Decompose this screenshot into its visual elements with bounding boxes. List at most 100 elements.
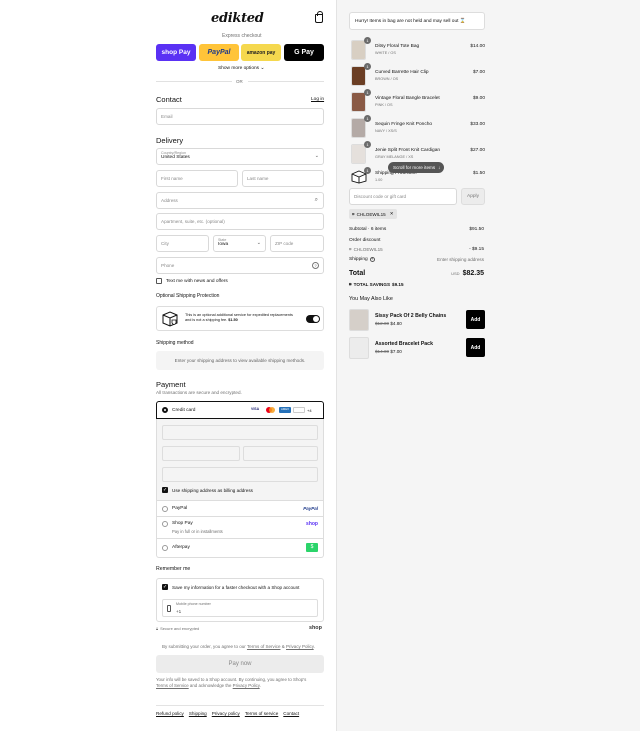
- subtotal-value: $91.50: [469, 227, 484, 232]
- save-info-option[interactable]: Save my information for a faster checkou…: [162, 584, 299, 590]
- credit-card-radio[interactable]: [162, 407, 168, 413]
- scroll-more-tooltip[interactable]: Scroll for more items ↓: [388, 162, 445, 173]
- close-icon[interactable]: ✕: [390, 211, 394, 217]
- paypal-option[interactable]: PayPal PayPal: [156, 500, 324, 517]
- save-info-checkbox[interactable]: [162, 584, 168, 590]
- add-button[interactable]: Add: [466, 310, 485, 329]
- amex-icon: AMEX: [279, 407, 291, 413]
- zip-field[interactable]: ZIP code: [270, 235, 324, 252]
- email-field[interactable]: Email: [156, 108, 324, 125]
- city-field[interactable]: City: [156, 235, 209, 252]
- name-on-card-field[interactable]: [162, 467, 318, 482]
- afterpay-option[interactable]: Afterpay $: [156, 539, 324, 558]
- shopping-bag-icon[interactable]: [315, 11, 323, 23]
- privacy-link[interactable]: Privacy Policy: [286, 644, 314, 649]
- refund-policy-link[interactable]: Refund policy: [156, 711, 184, 716]
- search-icon: ⌕: [314, 197, 318, 203]
- google-pay-button[interactable]: G Pay: [284, 44, 324, 61]
- expiration-field[interactable]: [162, 446, 240, 461]
- shop-info-mid: and acknowledge the: [188, 683, 233, 688]
- hurry-banner: Hurry! Items in bag are not held and may…: [349, 12, 485, 30]
- last-name-field[interactable]: Last name: [242, 170, 324, 187]
- divider: [248, 81, 324, 82]
- help-icon[interactable]: ?: [369, 257, 375, 262]
- product-thumbnail: [351, 144, 366, 164]
- text-me-option[interactable]: Text me with news and offers: [156, 278, 228, 284]
- login-link[interactable]: Log in: [311, 97, 324, 102]
- afterpay-radio[interactable]: [162, 545, 168, 551]
- text-me-label: Text me with news and offers: [166, 278, 228, 284]
- shop-privacy-link[interactable]: Privacy Policy: [233, 683, 260, 688]
- address-field[interactable]: Address ⌕: [156, 192, 324, 209]
- express-checkout-label: Express checkout: [222, 33, 262, 39]
- shop-info-end: .: [259, 683, 261, 688]
- shop-account-note: Your info will be saved to a Shop accoun…: [156, 677, 324, 689]
- recommendation-name[interactable]: Assorted Bracelet Pack: [375, 341, 433, 347]
- product-thumbnail: [351, 118, 366, 138]
- product-image: [352, 41, 365, 59]
- list-item: 1 Ditsy Floral Tote Bag WHITE / OS $14.0…: [349, 37, 485, 64]
- terms-link[interactable]: Terms of Service: [247, 644, 281, 649]
- checkout-form-panel: edikted Express checkout shop Pay PayPal…: [0, 0, 336, 731]
- shop-pay-option[interactable]: Shop Pay Pay in full or in installments …: [156, 517, 324, 539]
- card-number-field[interactable]: [162, 425, 318, 440]
- phone-field[interactable]: Phone ?: [156, 257, 324, 274]
- product-image: [352, 93, 365, 111]
- shop-terms-link[interactable]: Terms of Service: [156, 683, 189, 688]
- paypal-radio[interactable]: [162, 506, 168, 512]
- afterpay-label: Afterpay: [172, 545, 190, 550]
- phone-placeholder: Phone: [161, 263, 175, 268]
- protection-text: This is an optional additional service f…: [185, 313, 301, 323]
- paypal-button[interactable]: PayPal: [199, 44, 239, 61]
- apartment-field[interactable]: Apartment, suite, etc. (optional): [156, 213, 324, 230]
- recommendation-thumbnail[interactable]: [349, 337, 369, 359]
- paypal-label: PayPal: [172, 506, 188, 511]
- billing-same-checkbox[interactable]: [162, 487, 168, 493]
- recommendation-item: Assorted Bracelet Pack $14.00 $7.00 Add: [349, 336, 485, 360]
- product-thumbnail: [351, 40, 366, 60]
- contact-link[interactable]: Contact: [283, 711, 299, 716]
- terms-of-service-link[interactable]: Terms of service: [245, 711, 278, 716]
- discount-code-input[interactable]: Discount code or gift card: [349, 188, 457, 205]
- amazon-pay-button[interactable]: amazon pay: [241, 44, 281, 61]
- apply-button[interactable]: Apply: [461, 188, 485, 205]
- total-savings: ⌗ TOTAL SAVINGS $9.15: [349, 282, 404, 287]
- mobile-prefix: +1: [176, 609, 182, 614]
- amazon-pay-logo: amazon pay: [246, 49, 276, 56]
- add-button[interactable]: Add: [466, 338, 485, 357]
- privacy-policy-link[interactable]: Privacy policy: [212, 711, 240, 716]
- pay-now-button[interactable]: Pay now: [156, 655, 324, 673]
- delivery-heading: Delivery: [156, 136, 184, 145]
- recommendation-item: Sissy Pack Of 2 Belly Chains $12.00 $4.8…: [349, 308, 485, 332]
- recommendation-thumbnail[interactable]: [349, 309, 369, 331]
- agree-prefix: By submitting your order, you agree to o…: [162, 644, 247, 649]
- protection-text-line1: This is an optional additional service f…: [185, 313, 293, 317]
- text-me-checkbox[interactable]: [156, 278, 162, 284]
- help-icon[interactable]: ?: [312, 262, 319, 269]
- list-item: 1 Sequin Fringe Knit Poncho NAVY / XS/S …: [349, 115, 485, 142]
- shop-pay-button[interactable]: shop Pay: [156, 44, 196, 61]
- credit-card-label: Credit card: [172, 408, 196, 413]
- billing-same-option[interactable]: Use shipping address as billing address: [162, 487, 253, 493]
- brand-logo[interactable]: edikted: [211, 11, 264, 26]
- shipping-label: Shipping ?: [349, 257, 375, 262]
- mobile-phone-field[interactable]: Mobile phone number +1: [162, 599, 318, 617]
- product-price: $7.00: [472, 70, 485, 75]
- security-code-field[interactable]: [243, 446, 318, 461]
- recommendation-price: $12.00 $4.80: [375, 321, 402, 326]
- shipping-link[interactable]: Shipping: [189, 711, 207, 716]
- shipping-method-heading: Shipping method: [156, 340, 194, 346]
- country-select[interactable]: Country/Region United States ⌄: [156, 148, 324, 165]
- shop-pay-radio[interactable]: [162, 521, 168, 527]
- first-name-field[interactable]: First name: [156, 170, 238, 187]
- state-select[interactable]: State Iowa ⌄: [213, 235, 266, 252]
- arrow-down-icon: ↓: [438, 165, 441, 170]
- product-name: Curved Barrette Hair Clip: [375, 70, 429, 75]
- recommendation-name[interactable]: Sissy Pack Of 2 Belly Chains: [375, 313, 446, 319]
- protection-toggle[interactable]: [306, 315, 320, 323]
- show-more-options[interactable]: Show more options ⌄: [218, 66, 264, 71]
- credit-card-option[interactable]: Credit card VISA AMEX +4: [156, 401, 324, 419]
- recommendation-price: $14.00 $7.00: [375, 349, 402, 354]
- billing-same-label: Use shipping address as billing address: [172, 487, 253, 493]
- tag-icon: ⌗: [352, 211, 355, 217]
